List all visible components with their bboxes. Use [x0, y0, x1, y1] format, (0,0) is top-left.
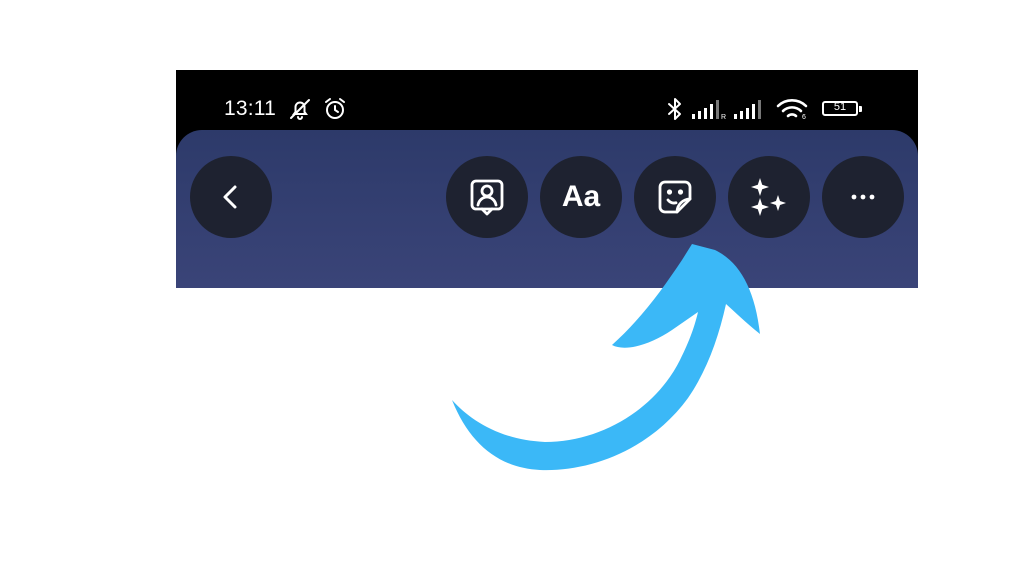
alarm-icon [325, 98, 345, 119]
signal-icon: R [692, 100, 726, 120]
battery-icon: 51 [822, 101, 858, 116]
back-button[interactable] [190, 156, 272, 238]
status-time: 13:11 [224, 97, 276, 120]
text-button[interactable]: Aa [540, 156, 622, 238]
curved-arrow-icon [452, 244, 760, 471]
bluetooth-icon [668, 98, 681, 120]
sparkles-icon [751, 178, 786, 216]
effects-button[interactable] [728, 156, 810, 238]
signal-icon [734, 100, 761, 119]
profile-button[interactable] [446, 156, 528, 238]
more-horizontal-icon [851, 194, 875, 200]
battery-tip [859, 106, 862, 112]
text-button-label: Aa [561, 180, 601, 213]
bell-off-icon [290, 99, 310, 120]
status-bar: 13:11 R 6 51 [176, 70, 918, 130]
svg-text:R: R [721, 114, 726, 120]
more-button[interactable] [822, 156, 904, 238]
svg-text:6: 6 [802, 114, 806, 121]
battery-percent: 51 [833, 101, 847, 113]
sticker-icon [658, 180, 692, 214]
chevron-left-icon [223, 185, 237, 209]
sticker-button[interactable] [634, 156, 716, 238]
wifi-icon: 6 [776, 99, 808, 121]
profile-card-icon [470, 179, 504, 216]
